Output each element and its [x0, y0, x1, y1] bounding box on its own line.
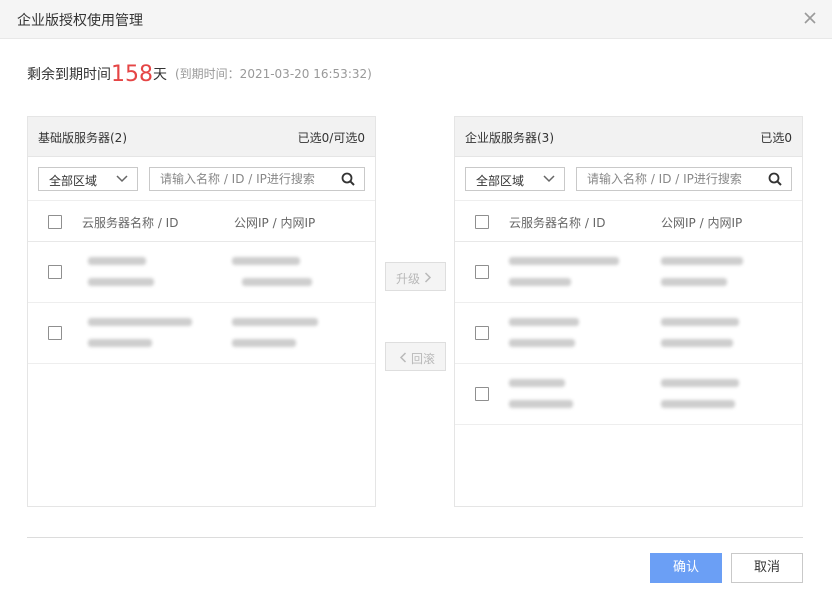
- row-checkbox[interactable]: [475, 387, 489, 401]
- region-select-value: 全部区域: [476, 174, 525, 188]
- table-header: 云服务器名称 / ID 公网IP / 内网IP: [455, 201, 802, 242]
- table-row[interactable]: [455, 364, 802, 425]
- confirm-button[interactable]: 确认: [650, 553, 722, 583]
- rollback-button[interactable]: 回滚: [385, 342, 446, 371]
- chevron-down-icon: [116, 175, 128, 183]
- column-header-ip: 公网IP / 内网IP: [234, 216, 316, 230]
- redacted-text: [509, 339, 575, 347]
- table-header: 云服务器名称 / ID 公网IP / 内网IP: [28, 201, 375, 242]
- basic-server-panel: 基础版服务器(2) 已选0/可选0 全部区域 云服务器名称 / ID 公网IP …: [27, 116, 376, 507]
- row-checkbox[interactable]: [475, 265, 489, 279]
- select-all-checkbox[interactable]: [475, 215, 489, 229]
- redacted-text: [88, 278, 154, 286]
- upgrade-label: 升级: [396, 272, 421, 286]
- selection-count: 已选0: [760, 131, 792, 145]
- panel-title: 基础版服务器(2): [38, 131, 127, 145]
- cancel-button[interactable]: 取消: [731, 553, 803, 583]
- dialog-header: 企业版授权使用管理: [0, 0, 832, 39]
- panel-header: 企业版服务器(3) 已选0: [455, 117, 802, 157]
- redacted-text: [661, 339, 733, 347]
- redacted-text: [661, 318, 739, 326]
- redacted-text: [232, 257, 300, 265]
- chevron-right-icon: [424, 272, 432, 283]
- expire-time: (到期时间：2021-03-20 16:53:32): [175, 67, 372, 81]
- redacted-text: [509, 400, 573, 408]
- redacted-text: [88, 257, 146, 265]
- search-box[interactable]: [576, 167, 792, 191]
- rollback-label: 回滚: [411, 352, 436, 366]
- panel-toolbar: 全部区域: [455, 157, 802, 201]
- search-input[interactable]: [587, 171, 763, 187]
- region-select-value: 全部区域: [49, 174, 98, 188]
- redacted-text: [509, 257, 619, 265]
- search-icon[interactable]: [341, 172, 355, 186]
- remaining-unit: 天: [153, 67, 167, 83]
- region-select[interactable]: 全部区域: [465, 167, 565, 191]
- enterprise-server-panel: 企业版服务器(3) 已选0 全部区域 云服务器名称 / ID 公网IP / 内网…: [454, 116, 803, 507]
- redacted-text: [509, 278, 571, 286]
- redacted-text: [509, 318, 579, 326]
- table-row[interactable]: [28, 303, 375, 364]
- table-row[interactable]: [455, 242, 802, 303]
- chevron-left-icon: [399, 352, 407, 363]
- row-checkbox[interactable]: [48, 326, 62, 340]
- column-header-ip: 公网IP / 内网IP: [661, 216, 743, 230]
- footer-divider: [27, 537, 803, 538]
- redacted-text: [232, 318, 318, 326]
- remaining-days: 158: [111, 62, 153, 87]
- select-all-checkbox[interactable]: [48, 215, 62, 229]
- row-checkbox[interactable]: [48, 265, 62, 279]
- search-icon[interactable]: [768, 172, 782, 186]
- redacted-text: [661, 379, 739, 387]
- region-select[interactable]: 全部区域: [38, 167, 138, 191]
- redacted-text: [88, 318, 192, 326]
- dialog-title: 企业版授权使用管理: [17, 13, 143, 29]
- redacted-text: [661, 278, 727, 286]
- redacted-text: [661, 400, 735, 408]
- redacted-text: [242, 278, 312, 286]
- panel-title: 企业版服务器(3): [465, 131, 554, 145]
- row-checkbox[interactable]: [475, 326, 489, 340]
- selection-count: 已选0/可选0: [297, 131, 365, 145]
- table-row[interactable]: [455, 303, 802, 364]
- panel-toolbar: 全部区域: [28, 157, 375, 201]
- search-input[interactable]: [160, 171, 336, 187]
- redacted-text: [661, 257, 743, 265]
- chevron-down-icon: [543, 175, 555, 183]
- redacted-text: [232, 339, 296, 347]
- remaining-time: 剩余到期时间158天 (到期时间：2021-03-20 16:53:32): [27, 62, 372, 90]
- search-box[interactable]: [149, 167, 365, 191]
- redacted-text: [509, 379, 565, 387]
- column-header-name: 云服务器名称 / ID: [82, 216, 179, 230]
- close-icon[interactable]: [802, 10, 818, 26]
- panel-header: 基础版服务器(2) 已选0/可选0: [28, 117, 375, 157]
- table-row[interactable]: [28, 242, 375, 303]
- remaining-label: 剩余到期时间: [27, 67, 111, 83]
- column-header-name: 云服务器名称 / ID: [509, 216, 606, 230]
- upgrade-button[interactable]: 升级: [385, 262, 446, 291]
- redacted-text: [88, 339, 152, 347]
